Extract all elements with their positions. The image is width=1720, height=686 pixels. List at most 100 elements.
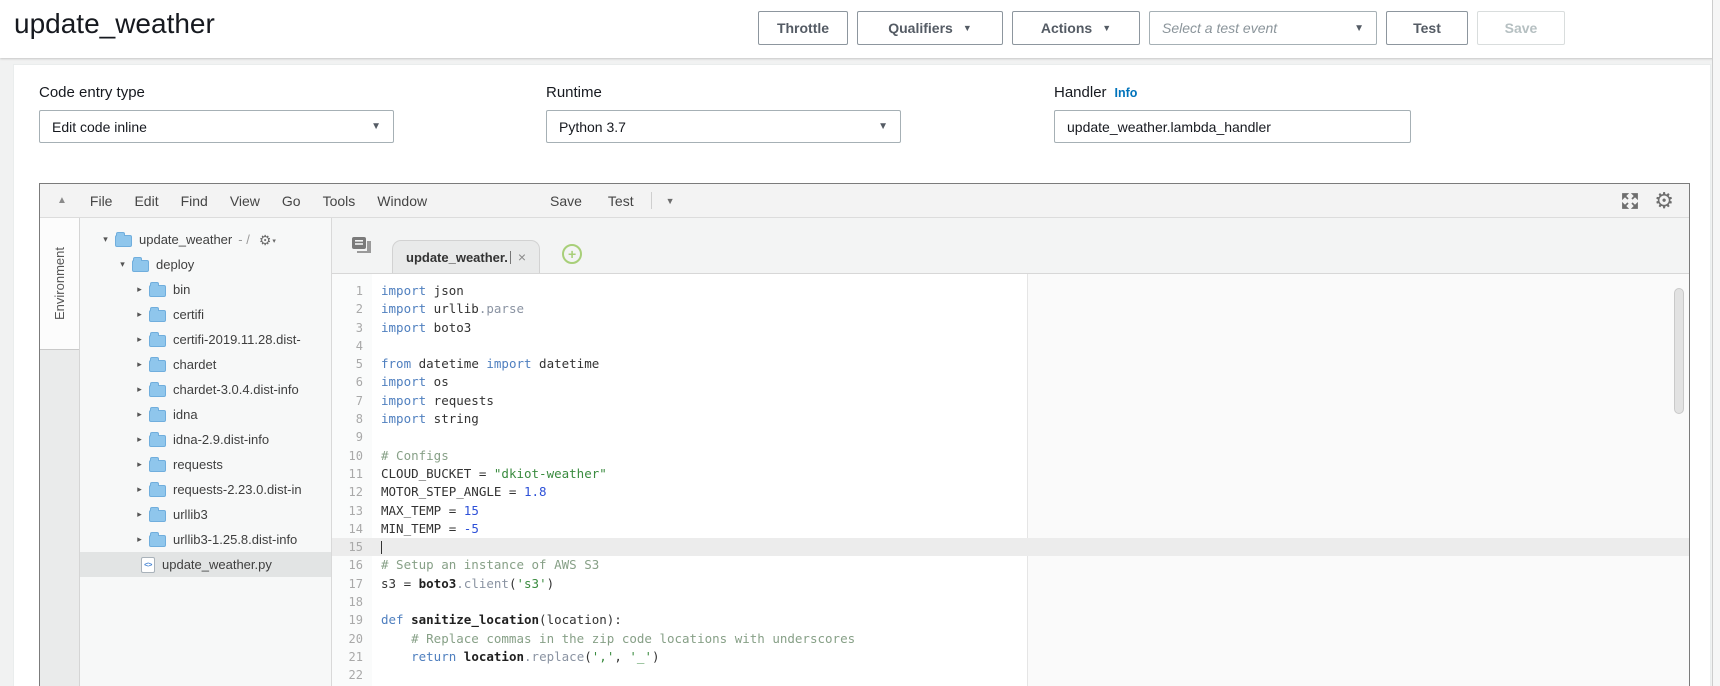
code-line[interactable]: 1import json — [332, 282, 1689, 300]
line-number[interactable]: 13 — [332, 502, 372, 520]
chevron-right-icon[interactable]: ▸ — [134, 284, 145, 295]
code-entry-type-select[interactable]: Edit code inline ▼ — [39, 110, 394, 143]
tree-item-requests[interactable]: ▸requests — [80, 452, 331, 477]
line-number[interactable]: 16 — [332, 556, 372, 574]
tree-settings-gear-icon[interactable]: ⚙▾ — [259, 233, 276, 247]
throttle-button[interactable]: Throttle — [758, 11, 848, 45]
code-editor[interactable]: 1import json2import urllib.parse3import … — [332, 274, 1689, 686]
collapse-editor-icon[interactable]: ▲ — [57, 195, 67, 206]
tree-item-idna[interactable]: ▸idna — [80, 402, 331, 427]
chevron-right-icon[interactable]: ▸ — [134, 334, 145, 345]
chevron-right-icon[interactable]: ▸ — [134, 409, 145, 420]
code-line-text[interactable]: s3 = boto3.client('s3') — [372, 575, 1689, 593]
line-number[interactable]: 9 — [332, 428, 372, 446]
chevron-right-icon[interactable]: ▸ — [134, 384, 145, 395]
code-line-text[interactable]: MIN_TEMP = -5 — [372, 520, 1689, 538]
chevron-right-icon[interactable]: ▸ — [134, 509, 145, 520]
editor-test-caret-button[interactable]: ▼ — [656, 196, 685, 206]
code-line-text[interactable] — [372, 666, 1689, 684]
code-line[interactable]: 5from datetime import datetime — [332, 355, 1689, 373]
code-line[interactable]: 20 # Replace commas in the zip code loca… — [332, 630, 1689, 648]
actions-button[interactable]: Actions ▼ — [1012, 11, 1140, 45]
tree-item-urllib3-1-25-8-dist-info[interactable]: ▸urllib3-1.25.8.dist-info — [80, 527, 331, 552]
code-line-text[interactable]: MOTOR_STEP_ANGLE = 1.8 — [372, 483, 1689, 501]
tree-item-update-weather-py[interactable]: <>update_weather.py — [80, 552, 331, 577]
tree-item-chardet-3-0-4-dist-info[interactable]: ▸chardet-3.0.4.dist-info — [80, 377, 331, 402]
code-line-text[interactable]: import urllib.parse — [372, 300, 1689, 318]
code-line-text[interactable]: # Replace commas in the zip code locatio… — [372, 630, 1689, 648]
line-number[interactable]: 12 — [332, 483, 372, 501]
code-line-text[interactable] — [372, 538, 1689, 556]
code-line-text[interactable]: import boto3 — [372, 319, 1689, 337]
new-tab-button[interactable]: + — [562, 244, 582, 264]
code-line[interactable]: 7import requests — [332, 392, 1689, 410]
line-number[interactable]: 7 — [332, 392, 372, 410]
save-button[interactable]: Save — [1477, 11, 1565, 45]
menu-tools[interactable]: Tools — [312, 193, 367, 209]
settings-gear-icon[interactable]: ⚙ — [1654, 190, 1674, 212]
line-number[interactable]: 4 — [332, 337, 372, 355]
tree-item-bin[interactable]: ▸bin — [80, 277, 331, 302]
code-line-text[interactable]: return location.replace(',', '_') — [372, 648, 1689, 666]
tree-item-urllib3[interactable]: ▸urllib3 — [80, 502, 331, 527]
code-line[interactable]: 2import urllib.parse — [332, 300, 1689, 318]
line-number[interactable]: 15 — [332, 538, 372, 556]
handler-input[interactable] — [1054, 110, 1411, 143]
chevron-right-icon[interactable]: ▸ — [134, 534, 145, 545]
code-line-text[interactable]: import string — [372, 410, 1689, 428]
tab-close-icon[interactable]: × — [518, 249, 526, 265]
menu-view[interactable]: View — [219, 193, 271, 209]
code-line[interactable]: 9 — [332, 428, 1689, 446]
chevron-right-icon[interactable]: ▸ — [134, 309, 145, 320]
editor-scrollbar-thumb[interactable] — [1674, 288, 1684, 414]
line-number[interactable]: 6 — [332, 373, 372, 391]
menu-window[interactable]: Window — [366, 193, 438, 209]
code-line[interactable]: 11CLOUD_BUCKET = "dkiot-weather" — [332, 465, 1689, 483]
runtime-select[interactable]: Python 3.7 ▼ — [546, 110, 901, 143]
line-number[interactable]: 1 — [332, 282, 372, 300]
line-number[interactable]: 17 — [332, 575, 372, 593]
menu-find[interactable]: Find — [170, 193, 219, 209]
menu-go[interactable]: Go — [271, 193, 312, 209]
editor-save-button[interactable]: Save — [537, 193, 595, 209]
line-number[interactable]: 19 — [332, 611, 372, 629]
line-number[interactable]: 18 — [332, 593, 372, 611]
code-line-text[interactable]: # Setup an instance of AWS S3 — [372, 556, 1689, 574]
code-line-text[interactable]: MAX_TEMP = 15 — [372, 502, 1689, 520]
tree-item-deploy[interactable]: ▾deploy — [80, 252, 331, 277]
handler-info-link[interactable]: Info — [1115, 86, 1138, 100]
fullscreen-icon[interactable] — [1621, 192, 1639, 210]
code-line-text[interactable]: import os — [372, 373, 1689, 391]
editor-test-button[interactable]: Test — [595, 193, 647, 209]
code-line[interactable]: 12MOTOR_STEP_ANGLE = 1.8 — [332, 483, 1689, 501]
code-line-text[interactable]: CLOUD_BUCKET = "dkiot-weather" — [372, 465, 1689, 483]
chevron-right-icon[interactable]: ▸ — [134, 359, 145, 370]
test-button[interactable]: Test — [1386, 11, 1468, 45]
code-line[interactable]: 16# Setup an instance of AWS S3 — [332, 556, 1689, 574]
code-line[interactable]: 10# Configs — [332, 447, 1689, 465]
code-line[interactable]: 6import os — [332, 373, 1689, 391]
environment-tab[interactable]: Environment — [40, 218, 79, 350]
code-line[interactable]: 4 — [332, 337, 1689, 355]
tab-update-weather[interactable]: update_weather. × — [392, 240, 540, 273]
page-scrollbar[interactable] — [1712, 0, 1720, 686]
code-line[interactable]: 3import boto3 — [332, 319, 1689, 337]
tab-list-icon[interactable] — [352, 237, 371, 253]
test-event-select[interactable]: Select a test event ▼ — [1149, 11, 1377, 45]
code-line-text[interactable] — [372, 593, 1689, 611]
code-line[interactable]: 21 return location.replace(',', '_') — [332, 648, 1689, 666]
chevron-right-icon[interactable]: ▸ — [134, 459, 145, 470]
code-line-text[interactable]: import json — [372, 282, 1689, 300]
chevron-down-icon[interactable]: ▾ — [100, 234, 111, 245]
line-number[interactable]: 5 — [332, 355, 372, 373]
code-line[interactable]: 15 — [332, 538, 1689, 556]
code-line[interactable]: 14MIN_TEMP = -5 — [332, 520, 1689, 538]
qualifiers-button[interactable]: Qualifiers ▼ — [857, 11, 1003, 45]
code-line-text[interactable] — [372, 428, 1689, 446]
chevron-right-icon[interactable]: ▸ — [134, 484, 145, 495]
tree-item-requests-2-23-0-dist-in[interactable]: ▸requests-2.23.0.dist-in — [80, 477, 331, 502]
code-line-text[interactable]: # Configs — [372, 447, 1689, 465]
tree-item-certifi[interactable]: ▸certifi — [80, 302, 331, 327]
menu-file[interactable]: File — [79, 193, 124, 209]
line-number[interactable]: 10 — [332, 447, 372, 465]
